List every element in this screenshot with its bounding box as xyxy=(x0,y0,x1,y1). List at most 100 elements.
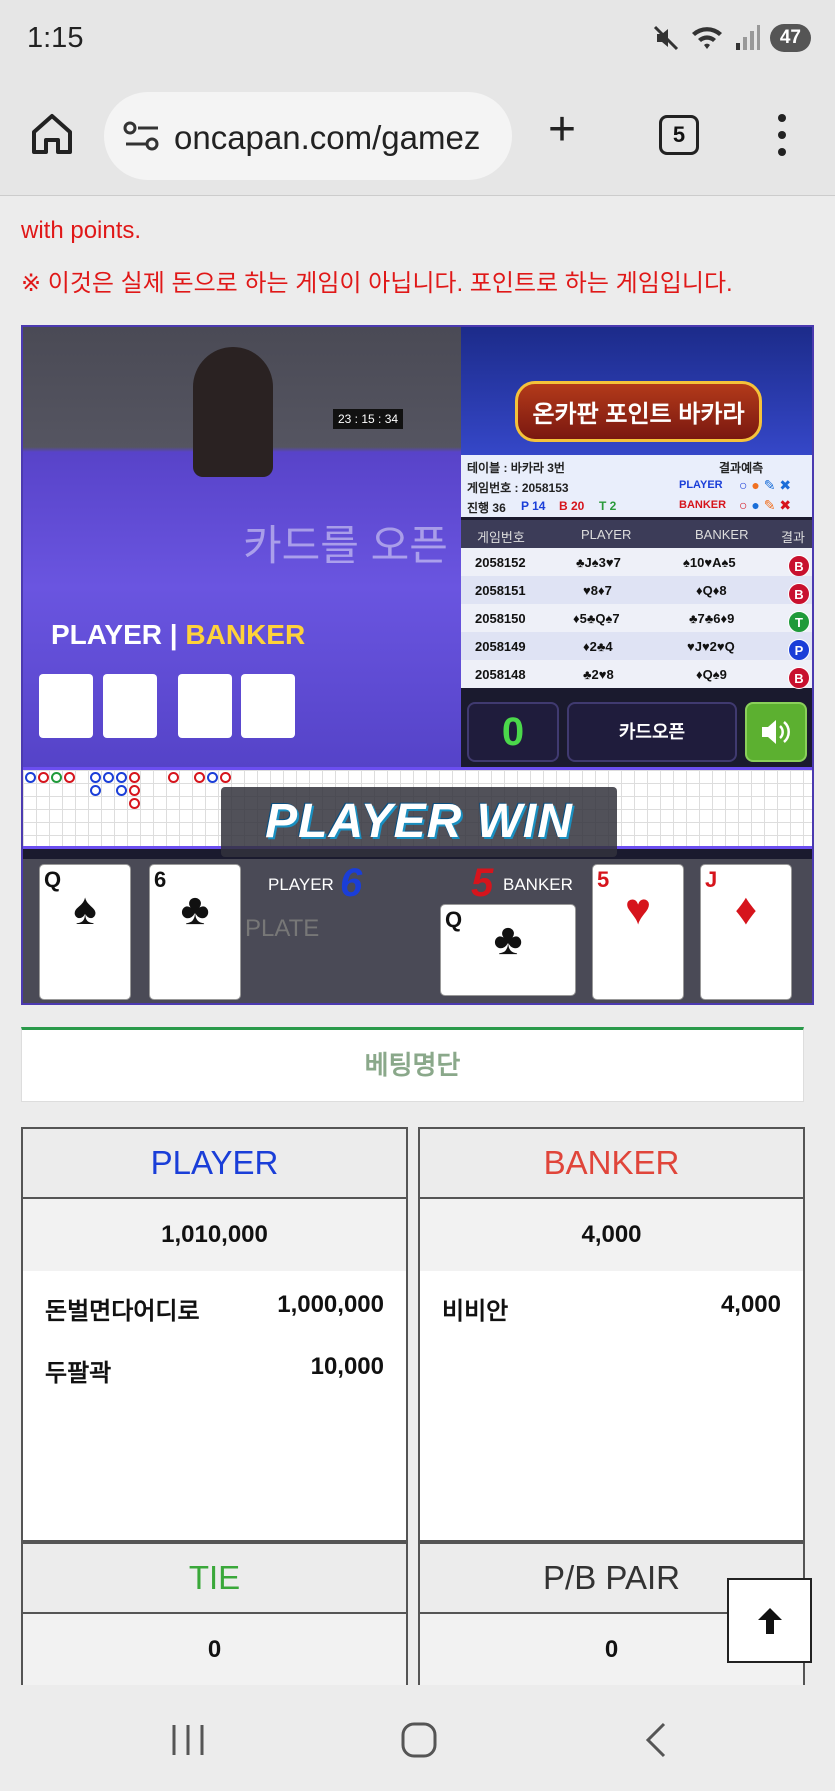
road-marker xyxy=(116,785,127,796)
road-marker xyxy=(38,772,49,783)
status-bar: 1:15 47 xyxy=(0,0,835,80)
game-logo: 온카판 포인트 바카라 xyxy=(461,327,812,455)
speaker-icon xyxy=(762,720,790,744)
road-marker xyxy=(194,772,205,783)
win-banner: PLAYER WIN xyxy=(221,787,617,857)
video-card xyxy=(178,674,232,738)
history-col-player: PLAYER xyxy=(581,527,632,542)
history-player-cards: ♦2♣4 xyxy=(583,639,613,654)
banker-card-3: J ♦ xyxy=(700,864,792,1000)
tie-bets-column: TIE 0 xyxy=(21,1542,408,1685)
player-score: 6 xyxy=(340,861,363,905)
home-icon[interactable] xyxy=(28,110,76,158)
history-banker-cards: ♠10♥A♠5 xyxy=(683,555,736,570)
recents-icon[interactable] xyxy=(168,1723,208,1757)
bet-row: 돈벌면다어디로 1,000,000 xyxy=(23,1271,406,1333)
game-logo-title: 온카판 포인트 바카라 xyxy=(515,380,762,442)
history-banker-cards: ♣7♣6♦9 xyxy=(689,611,735,626)
history-row: 2058148 ♣2♥8 ♦Q♠9 B xyxy=(461,660,812,689)
video-card xyxy=(39,674,93,738)
history-header: 게임번호 PLAYER BANKER 결과 xyxy=(461,520,812,548)
history-row: 2058150 ♦5♣Q♠7 ♣7♣6♦9 T xyxy=(461,604,812,633)
url-text[interactable]: oncapan.com/gamez xyxy=(174,119,499,157)
table-info: 테이블 : 바카라 3번 게임번호 : 2058153 진행 36 P 14 B… xyxy=(461,455,812,517)
battery-icon: 47 xyxy=(769,24,811,52)
history-result-badge: P xyxy=(788,639,810,661)
history-player-cards: ♦5♣Q♠7 xyxy=(573,611,620,626)
history-row: 2058149 ♦2♣4 ♥J♥2♥Q P xyxy=(461,632,812,661)
signal-icon xyxy=(735,25,760,50)
bet-counter: 0 xyxy=(467,702,559,762)
history-row: 2058152 ♣J♠3♥7 ♠10♥A♠5 B xyxy=(461,548,812,577)
bet-row: 두팔곽 10,000 xyxy=(23,1333,406,1395)
bet-amount: 1,000,000 xyxy=(277,1291,384,1318)
notice-text-en: with points. xyxy=(21,217,142,244)
prediction-label: 결과예측 xyxy=(719,461,764,475)
arrow-up-icon xyxy=(757,1607,782,1634)
road-marker xyxy=(129,772,140,783)
browser-toolbar: oncapan.com/gamez + 5 xyxy=(0,80,835,196)
bettor-name: 돈벌면다어디로 xyxy=(45,1298,200,1325)
progress-count: 진행 36 xyxy=(467,501,506,515)
wifi-icon xyxy=(691,27,722,49)
live-video: 23 : 15 : 34 카드를 오픈 합니다. PLAYER | BANKER xyxy=(23,327,587,767)
game-number: 게임번호 : 2058153 xyxy=(467,481,569,495)
road-marker xyxy=(64,772,75,783)
prediction-banker-markers[interactable]: ○ ● ✎ ✖ xyxy=(739,497,791,514)
banker-total: 4,000 xyxy=(420,1199,803,1271)
bet-list-title: 베팅명단 xyxy=(21,1027,804,1102)
table-clock: 23 : 15 : 34 xyxy=(333,409,404,429)
history-game-no: 2058151 xyxy=(475,583,526,598)
home-nav-icon[interactable] xyxy=(400,1721,438,1759)
history-player-cards: ♣J♠3♥7 xyxy=(576,555,621,570)
history-player-cards: ♣2♥8 xyxy=(583,667,614,682)
bettor-name: 두팔곽 xyxy=(45,1360,112,1387)
more-menu-icon[interactable] xyxy=(770,110,794,160)
status-icons: 47 xyxy=(652,24,811,52)
history-col-banker: BANKER xyxy=(695,527,749,542)
card-open-button[interactable]: 카드오픈 xyxy=(567,702,737,762)
banker-card-1: Q ♣ xyxy=(440,904,576,996)
road-marker xyxy=(129,798,140,809)
page-content: with points. ※ 이것은 실제 돈으로 하는 게임이 아닙니다. 포… xyxy=(0,197,835,1685)
road-marker xyxy=(90,772,101,783)
history-player-cards: ♥8♦7 xyxy=(583,583,612,598)
road-marker xyxy=(25,772,36,783)
banker-zone-label: BANKER xyxy=(503,875,573,894)
address-bar[interactable]: oncapan.com/gamez xyxy=(104,92,512,180)
history-row: 2058151 ♥8♦7 ♦Q♦8 B xyxy=(461,576,812,605)
sound-toggle-button[interactable] xyxy=(745,702,807,762)
history-banker-cards: ♥J♥2♥Q xyxy=(687,639,735,654)
new-tab-icon[interactable]: + xyxy=(548,106,576,154)
history-result-badge: B xyxy=(788,667,810,689)
plate-watermark: PLATE xyxy=(245,915,320,942)
system-nav-bar xyxy=(0,1685,835,1791)
player-column-title: PLAYER xyxy=(23,1129,406,1199)
video-player-label: PLAYER xyxy=(51,619,163,650)
tie-total: 0 xyxy=(23,1614,406,1685)
prediction-player-markers[interactable]: ○ ● ✎ ✖ xyxy=(739,477,791,494)
video-card xyxy=(241,674,295,738)
club-icon: ♣ xyxy=(493,915,523,964)
history-col-no: 게임번호 xyxy=(477,530,525,545)
history-banker-cards: ♦Q♠9 xyxy=(696,667,727,682)
back-icon[interactable] xyxy=(640,1721,670,1759)
history-result-badge: T xyxy=(788,611,810,633)
site-settings-icon[interactable] xyxy=(122,120,162,152)
bet-row: 비비안 4,000 xyxy=(420,1271,803,1333)
bettor-name: 비비안 xyxy=(442,1298,509,1325)
video-banker-label: BANKER xyxy=(185,619,306,650)
bet-amount: 10,000 xyxy=(310,1353,384,1380)
mute-icon xyxy=(653,25,678,51)
tab-switcher-button[interactable]: 5 xyxy=(659,115,699,155)
banker-column-title: BANKER xyxy=(420,1129,803,1199)
player-bets-column: PLAYER 1,010,000 돈벌면다어디로 1,000,000 두팔곽 10,… xyxy=(21,1127,408,1542)
road-marker xyxy=(207,772,218,783)
prediction-player-label: PLAYER xyxy=(679,479,723,491)
scroll-to-top-button[interactable] xyxy=(727,1578,812,1663)
history-col-result: 결과 xyxy=(781,530,805,545)
tie-column-title: TIE xyxy=(23,1544,406,1614)
prediction-banker-label: BANKER xyxy=(679,499,727,511)
history-game-no: 2058152 xyxy=(475,555,526,570)
player-zone-label: PLAYER xyxy=(268,875,334,894)
